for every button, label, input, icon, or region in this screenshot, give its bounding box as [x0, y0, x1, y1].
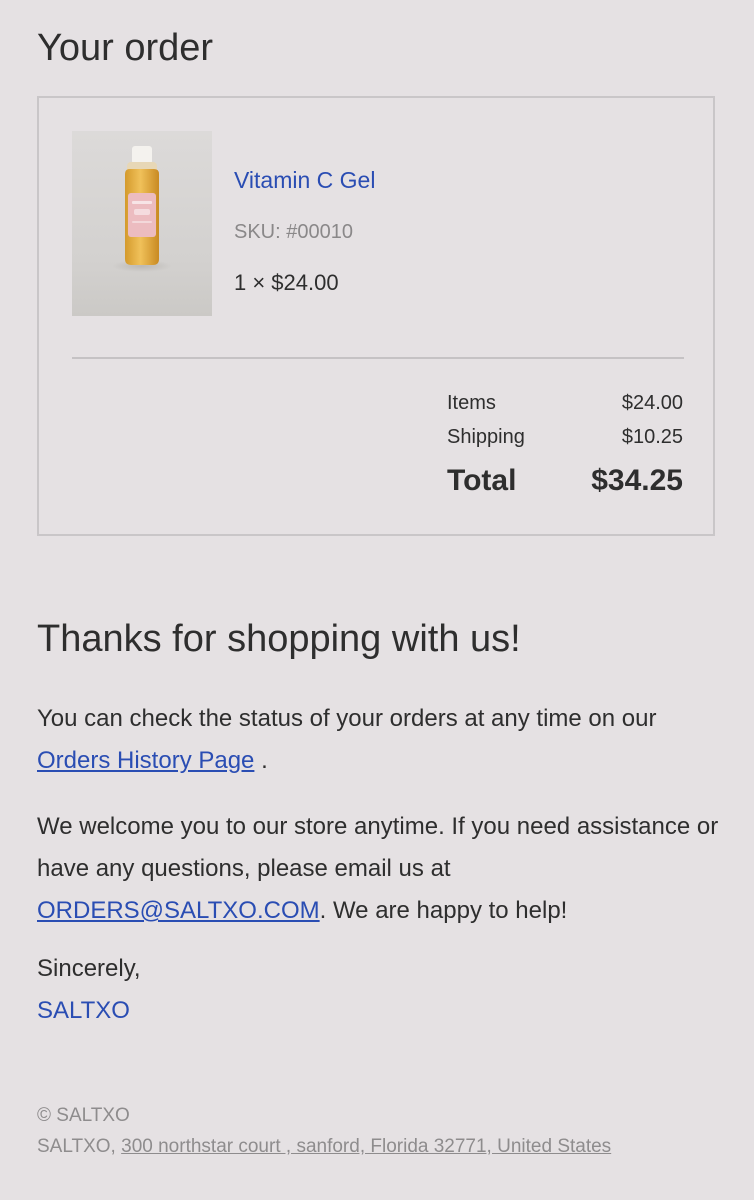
summary-items-row: Items $24.00 [447, 386, 683, 420]
orders-history-link[interactable]: Orders History Page [37, 747, 254, 774]
welcome-text-suffix: . We are happy to help! [319, 897, 568, 924]
welcome-text-prefix: We welcome you to our store anytime. If … [37, 813, 719, 882]
serum-bottle-image [112, 146, 172, 272]
footer-address-link[interactable]: 300 northstar court , sanford, Florida 3… [121, 1136, 611, 1157]
order-summary: Items $24.00 Shipping $10.25 Total $34.2… [447, 386, 683, 502]
total-label: Total [447, 464, 517, 497]
product-sku: SKU: #00010 [234, 221, 353, 243]
order-card: Vitamin C Gel SKU: #00010 1 × $24.00 Ite… [37, 96, 715, 536]
footer-address-line: SALTXO, 300 northstar court , sanford, F… [37, 1131, 611, 1162]
order-status-paragraph: You can check the status of your orders … [37, 698, 727, 782]
store-signature-link[interactable]: SALTXO [37, 997, 130, 1024]
welcome-paragraph: We welcome you to our store anytime. If … [37, 806, 727, 932]
items-value: $24.00 [621, 392, 683, 414]
order-title: Your order [37, 27, 214, 69]
summary-shipping-row: Shipping $10.25 [447, 420, 683, 454]
sign-off-block: Sincerely, SALTXO [37, 948, 727, 1032]
status-text-suffix: . [254, 747, 268, 774]
sign-off-text: Sincerely, [37, 955, 141, 982]
order-confirmation-page: Your order Vitamin C Gel SKU: #00010 1 ×… [0, 0, 754, 1200]
card-divider [72, 357, 684, 359]
footer-copyright: © SALTXO [37, 1105, 130, 1126]
footer-company: SALTXO, [37, 1136, 122, 1157]
product-quantity-price: 1 × $24.00 [234, 270, 339, 295]
summary-total-row: Total $34.25 [447, 460, 683, 502]
email-footer: © SALTXO SALTXO, 300 northstar court , s… [37, 1100, 611, 1162]
total-value: $34.25 [591, 464, 683, 497]
support-email-link[interactable]: ORDERS@SALTXO.COM [37, 897, 320, 924]
items-label: Items [447, 392, 496, 414]
shipping-label: Shipping [447, 426, 525, 448]
status-text-prefix: You can check the status of your orders … [37, 705, 657, 732]
product-thumbnail[interactable] [72, 131, 212, 316]
thanks-heading: Thanks for shopping with us! [37, 618, 521, 660]
shipping-value: $10.25 [621, 426, 683, 448]
product-name-link[interactable]: Vitamin C Gel [234, 165, 375, 195]
